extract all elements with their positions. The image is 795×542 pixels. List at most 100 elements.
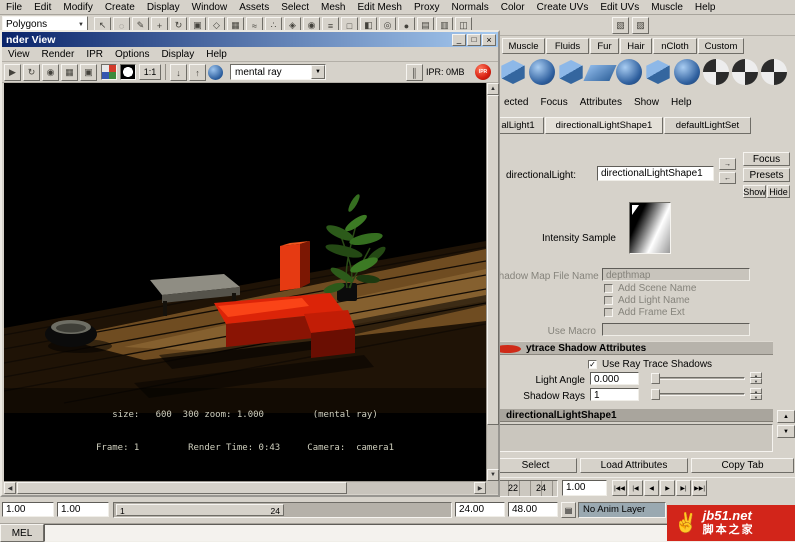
ae-menu-attributes[interactable]: Attributes (574, 96, 628, 109)
menu-proxy[interactable]: Proxy (408, 1, 446, 14)
pause-ipr-icon[interactable]: ║ (406, 64, 423, 81)
raytrace-section-header[interactable]: ytrace Shadow Attributes (492, 341, 773, 355)
menu-color[interactable]: Color (495, 1, 531, 14)
step-forward-button[interactable]: ▶| (676, 480, 691, 496)
hide-button[interactable]: Hide (767, 185, 790, 198)
chevron-down-icon[interactable]: ▼ (750, 378, 762, 384)
shelf-tab-muscle[interactable]: Muscle (502, 38, 545, 54)
menu-create-uvs[interactable]: Create UVs (531, 1, 595, 14)
menu-normals[interactable]: Normals (446, 1, 495, 14)
shelf-polyhelix-icon[interactable] (674, 59, 700, 85)
light-angle-slider-handle[interactable] (651, 373, 660, 384)
one-to-one-button[interactable]: 1:1 (139, 64, 161, 80)
ipr-indicator-badge[interactable]: IPR (475, 64, 491, 80)
play-backwards-button[interactable]: ◀ (644, 480, 659, 496)
rv-menu-ipr[interactable]: IPR (80, 48, 109, 61)
menu-edit-mesh[interactable]: Edit Mesh (351, 1, 407, 14)
alpha-channel-swatch[interactable] (120, 64, 136, 80)
menu-edit-uvs[interactable]: Edit UVs (594, 1, 645, 14)
shadow-rays-slider[interactable] (649, 388, 747, 401)
menu-modify[interactable]: Modify (57, 1, 98, 14)
show-manipulator-icon[interactable]: ▧ (612, 17, 629, 34)
animation-start-field[interactable]: 1.00 (2, 502, 54, 517)
ae-scroll-up-icon[interactable]: ▲ (777, 410, 795, 423)
snapshot-icon[interactable]: ▣ (80, 64, 97, 81)
shelf-polycylinder-icon[interactable] (558, 59, 584, 85)
light-angle-field[interactable]: 0.000 (590, 372, 639, 385)
rv-menu-help[interactable]: Help (200, 48, 233, 61)
render-vscrollbar[interactable]: ▲ ▼ (486, 83, 498, 481)
render-hscrollbar[interactable]: ◀ ▶ (4, 481, 486, 494)
vscroll-thumb[interactable] (487, 95, 499, 425)
rv-menu-view[interactable]: View (2, 48, 36, 61)
render-view-titlebar[interactable]: nder View _ □ × (2, 32, 498, 47)
current-time-field[interactable]: 1.00 (562, 480, 607, 496)
shadow-rays-slider-handle[interactable] (651, 389, 660, 400)
render-icon[interactable]: ▶ (4, 64, 21, 81)
ae-menu-list-selected[interactable]: ected (498, 96, 534, 109)
menu-select[interactable]: Select (275, 1, 315, 14)
light-angle-slider[interactable] (649, 372, 747, 385)
menu-mesh[interactable]: Mesh (315, 1, 351, 14)
ae-tab-defaultlightset[interactable]: defaultLightSet (664, 117, 751, 134)
shelf-tab-custom[interactable]: Custom (698, 38, 744, 54)
ae-tab-directionallightshape1[interactable]: directionalLightShape1 (545, 117, 663, 134)
shelf-checker-sphere-icon[interactable] (732, 59, 758, 85)
shelf-checker-sphere-icon[interactable] (761, 59, 787, 85)
presets-button[interactable]: Presets (743, 168, 790, 182)
anim-layer-icon[interactable]: ▤ (561, 502, 576, 518)
focus-node-icon[interactable]: → (719, 158, 736, 170)
notes-section-header[interactable]: directionalLightShape1 (492, 408, 773, 422)
rv-menu-options[interactable]: Options (109, 48, 155, 61)
node-name-field[interactable]: directionalLightShape1 (597, 166, 714, 181)
playback-start-field[interactable]: 1.00 (57, 502, 109, 517)
copy-tab-button[interactable]: Copy Tab (691, 458, 794, 473)
use-raytrace-checkbox[interactable]: ✓ (588, 360, 597, 369)
menu-file[interactable]: File (0, 1, 28, 14)
scroll-up-icon[interactable]: ▲ (487, 83, 499, 95)
ipr-render-icon[interactable]: ◉ (42, 64, 59, 81)
window-resize-corner[interactable] (486, 481, 498, 494)
shelf-polycone-icon[interactable] (645, 59, 671, 85)
ae-menu-focus[interactable]: Focus (534, 96, 573, 109)
expand-node-icon[interactable]: ← (719, 172, 736, 184)
shelf-polytorus-icon[interactable] (616, 59, 642, 85)
rgb-channels-swatch[interactable] (101, 64, 117, 80)
menu-create[interactable]: Create (99, 1, 141, 14)
rv-menu-display[interactable]: Display (155, 48, 200, 61)
focus-button[interactable]: Focus (743, 152, 790, 166)
shadow-rays-field[interactable]: 1 (590, 388, 639, 401)
renderer-dropdown[interactable]: mental ray ▼ (230, 64, 326, 80)
use-macro-field[interactable] (602, 323, 750, 336)
keep-image-icon[interactable]: ↓ (170, 64, 187, 81)
go-to-end-button[interactable]: ▶▶| (692, 480, 707, 496)
menu-edit[interactable]: Edit (28, 1, 57, 14)
play-forwards-button[interactable]: ▶ (660, 480, 675, 496)
rv-menu-render[interactable]: Render (36, 48, 81, 61)
range-slider-thumb[interactable]: 1 24 (116, 504, 284, 516)
shelf-checker-sphere-icon[interactable] (703, 59, 729, 85)
notes-area[interactable] (494, 424, 773, 452)
light-angle-stepper[interactable]: ▲ ▼ (750, 372, 762, 385)
shelf-tab-ncloth[interactable]: nCloth (653, 38, 697, 54)
shelf-polysphere-icon[interactable] (529, 59, 555, 85)
shelf-polycube-icon[interactable] (500, 59, 526, 85)
chevron-down-icon[interactable]: ▼ (750, 394, 762, 400)
ae-scroll-down-icon[interactable]: ▼ (777, 425, 795, 438)
menu-display[interactable]: Display (141, 1, 186, 14)
shadow-rays-stepper[interactable]: ▲ ▼ (750, 388, 762, 401)
step-back-button[interactable]: |◀ (628, 480, 643, 496)
range-slider-track[interactable]: 1 24 (113, 502, 452, 518)
hscroll-thumb[interactable] (17, 482, 347, 494)
load-attributes-button[interactable]: Load Attributes (580, 458, 688, 473)
menu-assets[interactable]: Assets (233, 1, 275, 14)
remove-image-icon[interactable]: ↑ (189, 64, 206, 81)
ae-menu-help[interactable]: Help (665, 96, 698, 109)
redo-render-icon[interactable]: ↻ (23, 64, 40, 81)
scroll-right-icon[interactable]: ▶ (474, 482, 486, 494)
menu-muscle[interactable]: Muscle (645, 1, 689, 14)
shelf-polyplane-icon[interactable] (587, 59, 613, 81)
scroll-down-icon[interactable]: ▼ (487, 469, 499, 481)
shelf-tab-fluids[interactable]: Fluids (546, 38, 589, 54)
go-to-start-button[interactable]: |◀◀ (612, 480, 627, 496)
